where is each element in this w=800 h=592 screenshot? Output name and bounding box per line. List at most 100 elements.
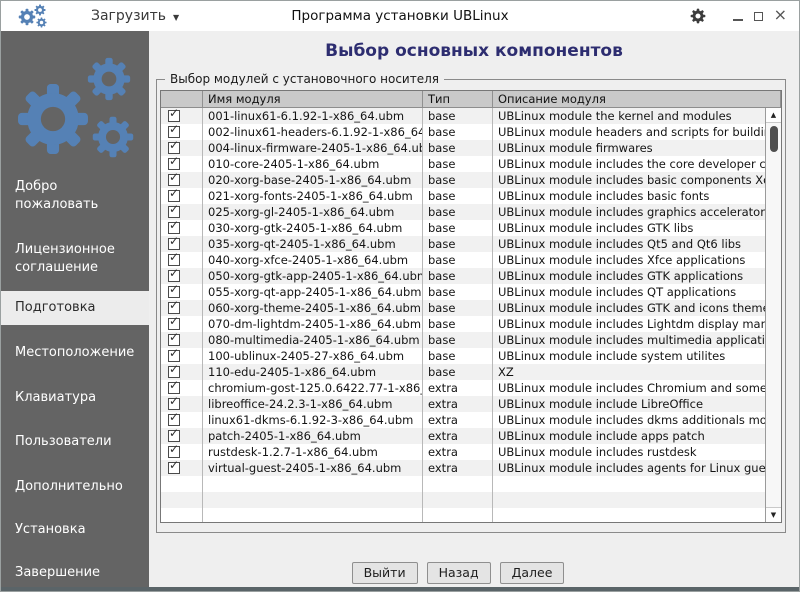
checkmark-icon: ✓	[169, 284, 179, 297]
module-checkbox[interactable]: ✓	[168, 462, 180, 474]
table-row[interactable]: ✓virtual-guest-2405-1-x86_64.ubmextraUBL…	[161, 460, 765, 476]
module-checkbox[interactable]: ✓	[168, 254, 180, 266]
module-checkbox[interactable]: ✓	[168, 222, 180, 234]
table-row[interactable]: ✓030-xorg-gtk-2405-1-x86_64.ubmbaseUBLin…	[161, 220, 765, 236]
checkmark-icon: ✓	[169, 428, 179, 441]
checkmark-icon: ✓	[169, 316, 179, 329]
module-checkbox[interactable]: ✓	[168, 238, 180, 250]
checkmark-icon: ✓	[169, 188, 179, 201]
module-name: 010-core-2405-1-x86_64.ubm	[203, 156, 423, 172]
checkmark-icon: ✓	[169, 444, 179, 457]
module-description: UBLinux module include system utilites	[493, 348, 765, 364]
module-checkbox[interactable]: ✓	[168, 334, 180, 346]
table-row[interactable]: ✓rustdesk-1.2.7-1-x86_64.ubmextraUBLinux…	[161, 444, 765, 460]
checkmark-icon: ✓	[169, 348, 179, 361]
table-row[interactable]: ✓110-edu-2405-1-x86_64.ubmbaseXZ	[161, 364, 765, 380]
module-description: UBLinux module include LibreOffice	[493, 396, 765, 412]
table-row[interactable]: ✓002-linux61-headers-6.1.92-1-x86_64.ubm…	[161, 124, 765, 140]
close-button[interactable]: ×	[774, 7, 787, 23]
table-row[interactable]: ✓080-multimedia-2405-1-x86_64.ubmbaseUBL…	[161, 332, 765, 348]
module-checkbox[interactable]: ✓	[168, 158, 180, 170]
sidebar-item-location[interactable]: Местоположение	[1, 344, 149, 362]
table-row[interactable]: ✓021-xorg-fonts-2405-1-x86_64.ubmbaseUBL…	[161, 188, 765, 204]
sidebar: Добро пожаловать Лицензионное соглашение П…	[1, 31, 149, 591]
page-title: Выбор основных компонентов	[149, 41, 799, 61]
table-row[interactable]: ✓patch-2405-1-x86_64.ubmextraUBLinux mod…	[161, 428, 765, 444]
module-checkbox[interactable]: ✓	[168, 446, 180, 458]
empty-cell	[423, 476, 493, 492]
module-type: base	[423, 332, 493, 348]
table-row[interactable]: ✓020-xorg-base-2405-1-x86_64.ubmbaseUBLi…	[161, 172, 765, 188]
scroll-down-icon[interactable]: ▼	[766, 507, 781, 522]
empty-table-row	[161, 492, 765, 508]
module-type: base	[423, 204, 493, 220]
minimize-button[interactable]	[733, 10, 743, 21]
sidebar-item-label: Лицензионное соглашение	[15, 241, 127, 277]
module-checkbox[interactable]: ✓	[168, 414, 180, 426]
module-name: 055-xorg-qt-app-2405-1-x86_64.ubm	[203, 284, 423, 300]
sidebar-item-installation[interactable]: Установка	[1, 521, 149, 539]
module-checkbox-cell: ✓	[161, 204, 203, 220]
module-checkbox-cell: ✓	[161, 268, 203, 284]
checkmark-icon: ✓	[169, 172, 179, 185]
module-checkbox[interactable]: ✓	[168, 126, 180, 138]
table-row[interactable]: ✓010-core-2405-1-x86_64.ubmbaseUBLinux m…	[161, 156, 765, 172]
table-row[interactable]: ✓025-xorg-gl-2405-1-x86_64.ubmbaseUBLinu…	[161, 204, 765, 220]
table-row[interactable]: ✓060-xorg-theme-2405-1-x86_64.ubmbaseUBL…	[161, 300, 765, 316]
module-checkbox[interactable]: ✓	[168, 382, 180, 394]
module-type: base	[423, 156, 493, 172]
table-row[interactable]: ✓040-xorg-xfce-2405-1-x86_64.ubmbaseUBLi…	[161, 252, 765, 268]
module-checkbox[interactable]: ✓	[168, 318, 180, 330]
module-checkbox[interactable]: ✓	[168, 110, 180, 122]
maximize-button[interactable]	[754, 12, 763, 21]
checkmark-icon: ✓	[169, 268, 179, 281]
sidebar-item-additional[interactable]: Дополнительно	[1, 478, 149, 496]
module-type: base	[423, 300, 493, 316]
table-row[interactable]: ✓libreoffice-24.2.3-1-x86_64.ubmextraUBL…	[161, 396, 765, 412]
checkmark-icon: ✓	[169, 220, 179, 233]
module-checkbox[interactable]: ✓	[168, 270, 180, 282]
table-row[interactable]: ✓004-linux-firmware-2405-1-x86_64.ubmbas…	[161, 140, 765, 156]
table-row[interactable]: ✓050-xorg-gtk-app-2405-1-x86_64.ubmbaseU…	[161, 268, 765, 284]
module-checkbox[interactable]: ✓	[168, 206, 180, 218]
module-checkbox[interactable]: ✓	[168, 286, 180, 298]
module-checkbox[interactable]: ✓	[168, 302, 180, 314]
module-checkbox[interactable]: ✓	[168, 430, 180, 442]
module-checkbox[interactable]: ✓	[168, 366, 180, 378]
module-checkbox[interactable]: ✓	[168, 398, 180, 410]
table-row[interactable]: ✓035-xorg-qt-2405-1-x86_64.ubmbaseUBLinu…	[161, 236, 765, 252]
load-button[interactable]: Загрузить ▼	[91, 8, 179, 24]
table-row[interactable]: ✓linux61-dkms-6.1.92-3-x86_64.ubmextraUB…	[161, 412, 765, 428]
table-row[interactable]: ✓070-dm-lightdm-2405-1-x86_64.ubmbaseUBL…	[161, 316, 765, 332]
module-checkbox[interactable]: ✓	[168, 142, 180, 154]
module-checkbox[interactable]: ✓	[168, 174, 180, 186]
module-type: extra	[423, 380, 493, 396]
table-row[interactable]: ✓055-xorg-qt-app-2405-1-x86_64.ubmbaseUB…	[161, 284, 765, 300]
module-checkbox-cell: ✓	[161, 412, 203, 428]
next-button[interactable]: Далее	[500, 562, 565, 584]
module-description: UBLinux module includes Xfce application…	[493, 252, 765, 268]
module-type: base	[423, 348, 493, 364]
app-logo-gears-icon	[15, 2, 55, 30]
module-checkbox[interactable]: ✓	[168, 350, 180, 362]
vertical-scrollbar[interactable]: ▲ ▼	[765, 108, 781, 522]
sidebar-item-finish[interactable]: Завершение	[1, 564, 149, 582]
scroll-up-icon[interactable]: ▲	[766, 108, 781, 123]
sidebar-item-label: Подготовка	[15, 299, 127, 317]
module-checkbox[interactable]: ✓	[168, 190, 180, 202]
module-checkbox-cell: ✓	[161, 284, 203, 300]
table-row[interactable]: ✓001-linux61-6.1.92-1-x86_64.ubmbaseUBLi…	[161, 108, 765, 124]
scrollbar-thumb[interactable]	[770, 126, 778, 152]
sidebar-item-users[interactable]: Пользователи	[1, 433, 149, 451]
exit-button[interactable]: Выйти	[352, 562, 418, 584]
table-row[interactable]: ✓100-ublinux-2405-27-x86_64.ubmbaseUBLin…	[161, 348, 765, 364]
table-row[interactable]: ✓chromium-gost-125.0.6422.77-1-x86_64.ub…	[161, 380, 765, 396]
sidebar-item-label: Добро пожаловать	[15, 178, 127, 214]
module-type: base	[423, 252, 493, 268]
settings-gear-button[interactable]	[690, 8, 706, 24]
sidebar-item-preparation[interactable]: Подготовка	[1, 291, 149, 325]
sidebar-item-welcome[interactable]: Добро пожаловать	[1, 178, 149, 214]
sidebar-item-keyboard[interactable]: Клавиатура	[1, 389, 149, 407]
back-button[interactable]: Назад	[427, 562, 491, 584]
sidebar-item-license[interactable]: Лицензионное соглашение	[1, 241, 149, 277]
